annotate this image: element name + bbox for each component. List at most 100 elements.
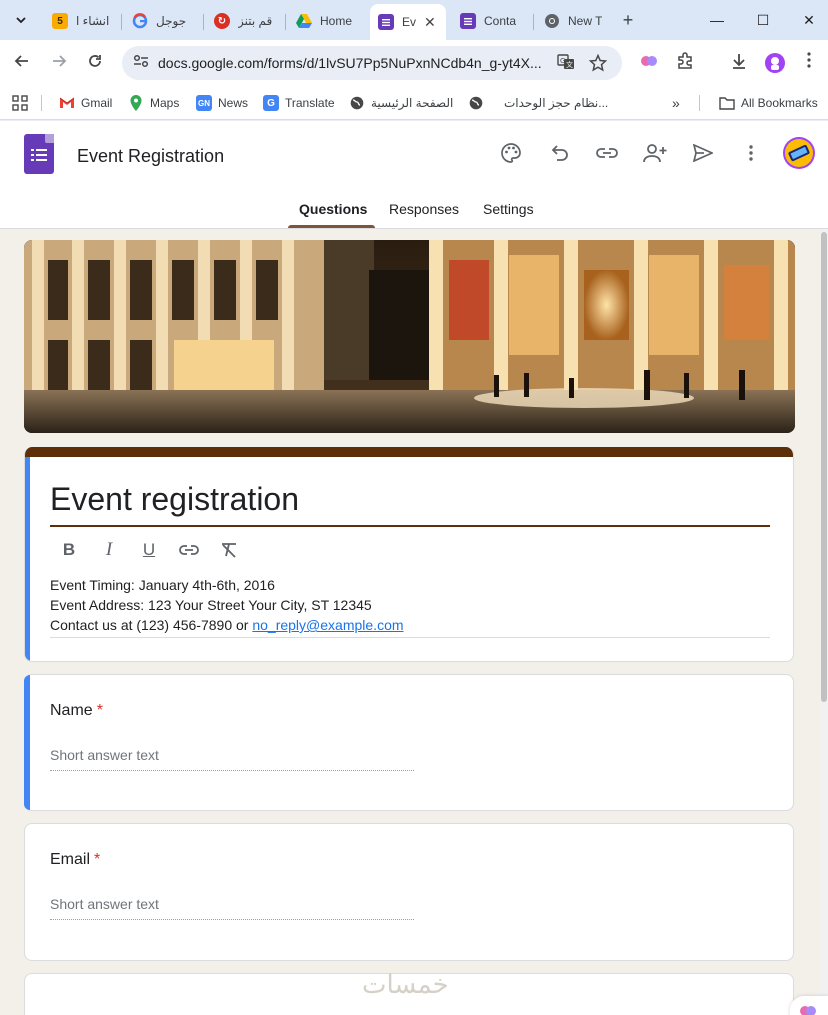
insert-link-icon[interactable]	[178, 540, 200, 560]
maximize-button[interactable]: ☐	[748, 8, 778, 32]
form-editor-canvas: Event registration B I U Event Timing: J…	[0, 229, 828, 1015]
watermark-logo: خمسات	[362, 969, 449, 999]
chevron-down-icon	[16, 17, 26, 24]
palette-icon[interactable]	[498, 140, 524, 166]
extensions-puzzle-icon[interactable]	[674, 52, 696, 74]
question-email-label: Email	[50, 851, 91, 868]
underline-icon[interactable]: U	[138, 540, 160, 560]
bookmark-translate[interactable]: G Translate	[263, 93, 335, 113]
bookmark-booking-ar[interactable]: نظام حجز الوحدات...	[468, 93, 608, 113]
italic-icon[interactable]: I	[98, 539, 120, 560]
question-card-name[interactable]: Name * Short answer text	[24, 674, 794, 811]
globe-icon	[468, 95, 484, 111]
tab-7-label: New T	[568, 14, 603, 28]
short-answer-placeholder: Short answer text	[50, 747, 159, 763]
google-forms-icon	[460, 13, 476, 29]
bold-icon[interactable]: B	[58, 540, 80, 560]
account-avatar[interactable]	[782, 136, 816, 170]
tab-6[interactable]: Conta	[452, 6, 532, 36]
active-question-indicator	[24, 675, 30, 810]
document-title[interactable]: Event Registration	[77, 146, 224, 167]
bookmark-home-ar-label: الصفحة الرئيسية	[371, 96, 454, 110]
bookmark-maps[interactable]: Maps	[128, 93, 179, 113]
form-title-card[interactable]: Event registration B I U Event Timing: J…	[24, 447, 794, 662]
tab-6-label: Conta	[484, 14, 517, 28]
theme-accent-band	[25, 447, 793, 457]
back-arrow-icon[interactable]	[10, 51, 34, 75]
active-card-indicator	[25, 457, 30, 661]
contact-email-link[interactable]: no_reply@example.com	[252, 617, 403, 633]
gmail-icon	[59, 95, 75, 111]
tab-5-label: Ev	[402, 15, 417, 29]
description-line-address[interactable]: Event Address: 123 Your Street Your City…	[50, 597, 372, 613]
link-icon[interactable]	[594, 140, 620, 166]
all-bookmarks-label: All Bookmarks	[741, 96, 818, 110]
maps-icon	[128, 95, 144, 111]
reload-icon[interactable]	[83, 51, 107, 75]
tab-3[interactable]: ↻ قم بتنز	[206, 6, 284, 36]
bookmark-news[interactable]: GN News	[196, 93, 248, 113]
clear-formatting-icon[interactable]	[218, 540, 240, 560]
close-window-button[interactable]: ✕	[794, 8, 824, 32]
new-tab-button[interactable]: +	[618, 10, 638, 30]
form-title[interactable]: Event registration	[50, 481, 299, 518]
google-g-icon	[132, 13, 148, 29]
question-title[interactable]: Email *	[50, 851, 100, 869]
bookmark-translate-label: Translate	[285, 96, 335, 110]
forward-arrow-icon[interactable]	[47, 51, 71, 75]
scrollbar-thumb[interactable]	[821, 232, 827, 702]
site-settings-icon[interactable]	[132, 54, 150, 72]
question-card-email[interactable]: Email * Short answer text	[24, 823, 794, 961]
description-underline	[50, 637, 770, 638]
tab-5-active[interactable]: Ev ✕	[370, 4, 446, 40]
bookmark-gmail[interactable]: Gmail	[59, 93, 112, 113]
tab-search-button[interactable]	[8, 8, 34, 32]
undo-icon[interactable]	[546, 140, 572, 166]
tab-questions[interactable]: Questions	[299, 201, 367, 217]
contact-prefix: Contact us at (123) 456-7890 or	[50, 617, 253, 633]
google-forms-logo-icon[interactable]	[24, 134, 54, 174]
tab-2-label: جوجل	[156, 14, 187, 28]
apps-grid-icon[interactable]	[12, 93, 28, 113]
download-icon[interactable]	[728, 52, 750, 74]
tab-responses[interactable]: Responses	[389, 201, 459, 217]
browser-toolbar: docs.google.com/forms/d/1lvSU7Pp5NuPxnNC…	[0, 40, 828, 86]
active-tab-indicator	[288, 225, 375, 228]
svg-text:文: 文	[566, 60, 573, 69]
minimize-button[interactable]: —	[702, 8, 732, 32]
tab-2[interactable]: جوجل	[124, 6, 202, 36]
add-collaborator-icon[interactable]	[642, 140, 668, 166]
profile-avatar-icon[interactable]	[764, 52, 786, 74]
send-icon[interactable]	[690, 140, 716, 166]
header-image[interactable]	[24, 240, 795, 433]
tab-7[interactable]: New T	[536, 6, 612, 36]
description-line-timing[interactable]: Event Timing: January 4th-6th, 2016	[50, 577, 275, 593]
chrome-menu-icon[interactable]	[798, 52, 820, 74]
more-options-icon[interactable]	[738, 140, 764, 166]
folder-icon	[719, 95, 735, 111]
title-underline	[50, 525, 770, 527]
translate-page-icon[interactable]: G文	[556, 54, 576, 72]
description-line-contact[interactable]: Contact us at (123) 456-7890 or no_reply…	[50, 617, 404, 633]
question-title[interactable]: Name *	[50, 702, 103, 720]
all-bookmarks-button[interactable]: All Bookmarks	[719, 93, 818, 113]
tab-4-label: Home	[320, 14, 353, 28]
bookmark-star-icon[interactable]	[588, 53, 608, 72]
required-asterisk: *	[94, 851, 101, 868]
tab-1-favicon-icon: 5	[52, 13, 68, 29]
forms-app-header: Event Registration Questions Responses S…	[0, 121, 828, 229]
more-bookmarks-button[interactable]: »	[672, 93, 680, 113]
tab-settings[interactable]: Settings	[483, 201, 534, 217]
extension-floating-button[interactable]	[790, 996, 828, 1015]
address-bar[interactable]: docs.google.com/forms/d/1lvSU7Pp5NuPxnNC…	[122, 46, 622, 80]
extension-brain-icon[interactable]	[638, 52, 660, 74]
bookmark-home-ar[interactable]: الصفحة الرئيسية	[349, 93, 453, 113]
tab-3-label: قم بتنز	[238, 14, 273, 28]
tab-4[interactable]: Home	[288, 6, 366, 36]
url-text: docs.google.com/forms/d/1lvSU7Pp5NuPxnNC…	[158, 55, 542, 71]
tab-1[interactable]: 5 انشاء ا	[44, 6, 120, 36]
bookmark-gmail-label: Gmail	[81, 96, 113, 110]
close-tab-icon[interactable]: ✕	[424, 14, 436, 31]
bookmarks-bar: Gmail Maps GN News G Translate الصفحة ال…	[0, 86, 828, 120]
short-answer-placeholder: Short answer text	[50, 896, 159, 912]
